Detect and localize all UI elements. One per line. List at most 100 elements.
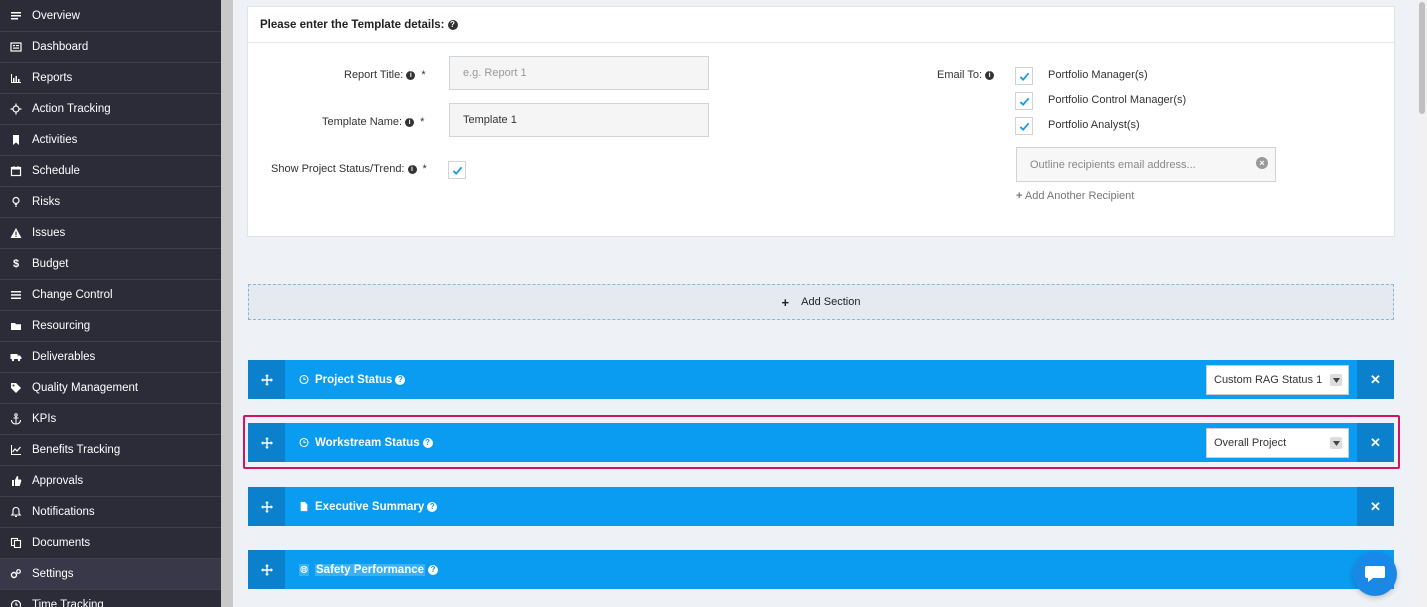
clock-icon xyxy=(9,598,23,607)
template-name-label-text: Template Name: xyxy=(322,116,403,128)
info-icon[interactable]: i xyxy=(985,70,995,80)
help-icon[interactable]: ? xyxy=(427,501,438,512)
required-marker: * xyxy=(421,69,426,81)
recipient-checkbox-portfolio-analyst[interactable] xyxy=(1015,117,1033,135)
recipient-checkbox-portfolio-control-manager[interactable] xyxy=(1015,92,1033,110)
scrollbar-thumb[interactable] xyxy=(1419,2,1425,114)
sidebar-item-label: Reports xyxy=(32,72,73,84)
show-status-checkbox[interactable] xyxy=(448,161,466,179)
sidebar-item-approvals[interactable]: Approvals xyxy=(0,466,221,497)
chat-button[interactable] xyxy=(1353,552,1397,596)
add-recipient-label: Add Another Recipient xyxy=(1024,190,1135,202)
report-title-input[interactable] xyxy=(449,56,709,90)
move-icon xyxy=(260,373,273,386)
sidebar-item-benefits-tracking[interactable]: Benefits Tracking xyxy=(0,435,221,466)
recipient-label: Portfolio Control Manager(s) xyxy=(1048,94,1187,106)
sidebar-item-label: Risks xyxy=(32,196,61,208)
sidebar-item-dashboard[interactable]: Dashboard xyxy=(0,32,221,63)
section-title: Safety Performance xyxy=(315,563,426,576)
info-icon[interactable]: i xyxy=(405,117,415,127)
sidebar-item-change-control[interactable]: Change Control xyxy=(0,280,221,311)
recipient-label: Portfolio Analyst(s) xyxy=(1048,119,1140,131)
dashboard-icon xyxy=(9,40,23,54)
sidebar-item-activities[interactable]: Activities xyxy=(0,125,221,156)
help-icon[interactable]: ? xyxy=(428,564,439,575)
sidebar-item-label: Benefits Tracking xyxy=(32,444,121,456)
sidebar-item-budget[interactable]: $ Budget xyxy=(0,249,221,280)
help-icon[interactable]: ? xyxy=(447,19,458,30)
menu-icon xyxy=(9,288,23,302)
drag-handle[interactable] xyxy=(248,360,285,399)
remove-section-button[interactable]: ✕ xyxy=(1357,423,1394,462)
bar-chart-icon xyxy=(9,71,23,85)
tag-icon xyxy=(9,381,23,395)
sidebar-item-reports[interactable]: Reports xyxy=(0,63,221,94)
plus-icon: + xyxy=(1016,190,1023,202)
sidebar-item-overview[interactable]: Overview xyxy=(0,0,221,32)
help-icon[interactable]: ? xyxy=(422,437,433,448)
sidebar-item-label: Notifications xyxy=(32,506,95,518)
sidebar-item-schedule[interactable]: Schedule xyxy=(0,156,221,187)
drag-handle[interactable] xyxy=(248,423,285,462)
add-recipient-link[interactable]: + Add Another Recipient xyxy=(1016,190,1134,202)
checkmark-icon xyxy=(1019,97,1029,106)
template-name-label: Template Name: i * xyxy=(322,116,424,128)
info-icon[interactable]: i xyxy=(406,70,416,80)
sidebar-item-resourcing[interactable]: Resourcing xyxy=(0,311,221,342)
clock-circle-icon xyxy=(299,374,309,386)
move-icon xyxy=(260,436,273,449)
sidebar-item-documents[interactable]: Documents xyxy=(0,528,221,559)
remove-section-button[interactable]: ✕ xyxy=(1357,487,1394,526)
sidebar-resize-handle[interactable] xyxy=(221,0,233,607)
thumbs-up-icon xyxy=(9,474,23,488)
section-title: Workstream Status xyxy=(315,436,420,449)
add-section-button[interactable]: + Add Section xyxy=(248,284,1394,320)
calendar-icon xyxy=(9,164,23,178)
show-status-label-text: Show Project Status/Trend: xyxy=(271,163,405,175)
card-title: Please enter the Template details: xyxy=(260,18,445,31)
close-icon: ✕ xyxy=(1370,498,1381,514)
recipient-email-input[interactable] xyxy=(1016,147,1276,182)
checkmark-icon xyxy=(1019,72,1029,81)
required-marker: * xyxy=(420,116,425,128)
rag-status-select[interactable]: Custom RAG Status 1 xyxy=(1206,365,1349,395)
template-name-input[interactable] xyxy=(449,103,709,137)
sidebar-item-label: Action Tracking xyxy=(32,103,111,115)
sidebar-item-action-tracking[interactable]: Action Tracking xyxy=(0,94,221,125)
sidebar-item-label: Schedule xyxy=(32,165,80,177)
checkmark-icon xyxy=(1019,122,1029,131)
clear-icon[interactable]: × xyxy=(1256,157,1268,169)
info-icon[interactable]: i xyxy=(407,164,417,174)
sidebar-item-settings[interactable]: Settings xyxy=(0,559,221,590)
workstream-scope-select[interactable]: Overall Project xyxy=(1206,428,1349,458)
anchor-icon xyxy=(9,412,23,426)
sidebar-item-risks[interactable]: Risks xyxy=(0,187,221,218)
drag-handle[interactable] xyxy=(248,487,285,526)
sidebar-item-issues[interactable]: Issues xyxy=(0,218,221,249)
section-workstream-status: Workstream Status ? Overall Project ✕ xyxy=(248,423,1394,462)
lightbulb-icon xyxy=(9,195,23,209)
checkmark-icon xyxy=(452,166,462,175)
chevron-down-icon xyxy=(1330,374,1342,386)
move-icon xyxy=(260,500,273,513)
plus-icon: + xyxy=(781,294,790,310)
sidebar-item-time-tracking[interactable]: Time Tracking xyxy=(0,590,221,607)
sidebar-item-notifications[interactable]: Notifications xyxy=(0,497,221,528)
sidebar-item-kpis[interactable]: KPIs xyxy=(0,404,221,435)
sidebar-item-label: Resourcing xyxy=(32,320,91,332)
drag-handle[interactable] xyxy=(248,550,285,589)
help-icon[interactable]: ? xyxy=(395,374,406,385)
remove-section-button[interactable]: ✕ xyxy=(1357,360,1394,399)
sidebar-item-quality-management[interactable]: Quality Management xyxy=(0,373,221,404)
sidebar: Overview Dashboard Reports Action Tracki… xyxy=(0,0,221,607)
recipient-checkbox-portfolio-manager[interactable] xyxy=(1015,67,1033,85)
add-section-label: Add Section xyxy=(801,296,861,308)
sidebar-item-deliverables[interactable]: Deliverables xyxy=(0,342,221,373)
life-ring-icon xyxy=(299,563,309,576)
email-to-label: Email To: i xyxy=(937,69,995,81)
sidebar-item-label: Documents xyxy=(32,537,91,549)
bell-icon xyxy=(9,505,23,519)
sidebar-item-label: Activities xyxy=(32,134,78,146)
page-scrollbar[interactable] xyxy=(1417,0,1427,607)
report-title-label: Report Title: i * xyxy=(344,69,426,81)
